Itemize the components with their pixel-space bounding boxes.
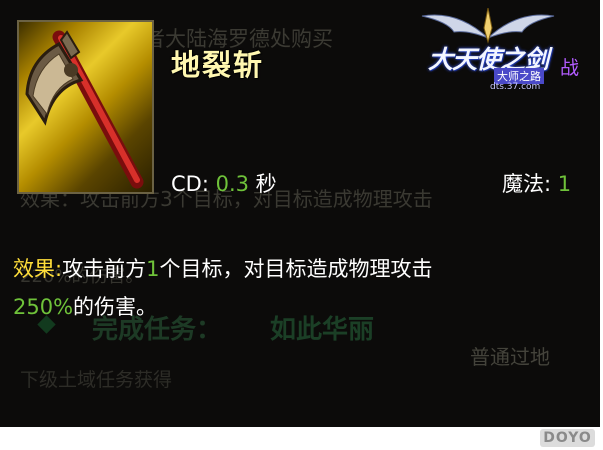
logo-url: dts.37.com xyxy=(490,82,541,92)
bg-bottom-tip: 下级土域任务获得 xyxy=(20,369,173,391)
axe-icon-graphic xyxy=(25,30,144,189)
effect-text-1: 攻击前方 xyxy=(62,257,147,281)
cooldown-value: 0.3 xyxy=(215,172,249,196)
axe-icon xyxy=(17,20,154,194)
cooldown-label: CD: xyxy=(171,172,216,196)
skill-description: 效果:攻击前方1个目标，对目标造成物理攻击 250%的伤害。 xyxy=(13,250,593,326)
mana-label: 魔法: xyxy=(502,172,558,196)
class-text: 战 xyxy=(560,57,580,79)
damage-percent: 250% xyxy=(13,295,74,319)
skill-name: 地裂斩 xyxy=(171,48,265,82)
effect-text-2: 个目标，对目标造成物理攻击 xyxy=(159,257,433,281)
doyo-watermark: DOYO xyxy=(540,429,595,447)
mana-stat: 魔法: 1 xyxy=(502,168,571,198)
effect-text-3: 的伤害。 xyxy=(73,295,158,319)
effect-target-count: 1 xyxy=(146,257,160,281)
effect-label: 效果: xyxy=(13,257,63,281)
cooldown-unit: 秒 xyxy=(249,172,277,196)
game-logo: 大天使之剑 大师之路 dts.37.com 战 xyxy=(418,8,583,92)
cooldown-stat: CD: 0.3 秒 xyxy=(171,168,277,198)
game-screen: 获得途径：勇者大陆海罗德处购买 效果：攻击前方3个目标，对目标造成物理攻击 22… xyxy=(0,0,600,427)
mana-value: 1 xyxy=(557,172,572,196)
